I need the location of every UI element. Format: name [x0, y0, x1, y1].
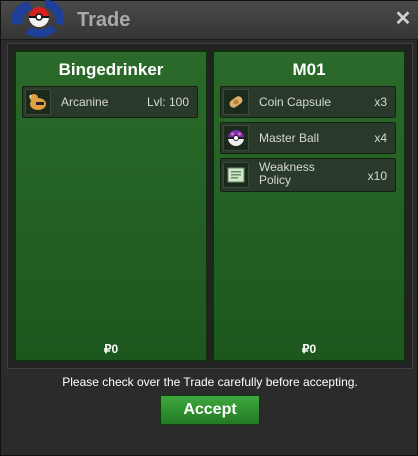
trade-item-row[interactable]: Coin Capsule x3	[220, 86, 396, 118]
item-quantity: x4	[374, 131, 387, 145]
left-trade-panel: Bingedrinker Arcanine Lvl: 100 ₽0	[14, 50, 208, 362]
right-money-value: 0	[309, 342, 317, 356]
weakness-policy-icon	[223, 162, 249, 188]
item-name: Arcanine	[61, 95, 109, 109]
trade-item-row[interactable]: Weakness Policy x10	[220, 158, 396, 192]
title-bar[interactable]: Trade ✕	[1, 0, 418, 40]
left-money-value: 0	[111, 342, 119, 356]
left-player-name: Bingedrinker	[58, 60, 164, 79]
window-title: Trade	[77, 9, 131, 31]
right-player-name: M01	[292, 60, 326, 79]
trade-window: Trade ✕ Bingedrinker Arcanine Lvl: 100 ₽…	[0, 0, 418, 456]
item-name: Master Ball	[259, 131, 320, 145]
coin-capsule-icon	[223, 89, 249, 115]
trade-item-row[interactable]: Master Ball x4	[220, 122, 396, 154]
close-icon: ✕	[394, 8, 412, 30]
item-quantity: x3	[374, 95, 387, 109]
right-money: ₽0	[214, 342, 404, 356]
trade-body: Bingedrinker Arcanine Lvl: 100 ₽0 M01 Co…	[7, 43, 413, 369]
close-button[interactable]: ✕	[393, 9, 413, 29]
item-quantity: x10	[367, 169, 387, 183]
right-trade-panel: M01 Coin Capsule x3 Master Ball x4 Weakn…	[212, 50, 406, 362]
item-level: Lvl: 100	[146, 95, 189, 109]
item-name: Weakness Policy	[259, 160, 315, 187]
master-ball-icon	[223, 125, 249, 151]
item-name: Coin Capsule	[259, 95, 332, 109]
trade-item-row[interactable]: Arcanine Lvl: 100	[22, 86, 198, 118]
pokeball-logo-icon	[11, 0, 64, 38]
accept-button[interactable]: Accept	[160, 395, 260, 425]
arcanine-icon	[25, 89, 51, 115]
trade-notice: Please check over the Trade carefully be…	[62, 375, 358, 389]
left-money: ₽0	[16, 342, 206, 356]
